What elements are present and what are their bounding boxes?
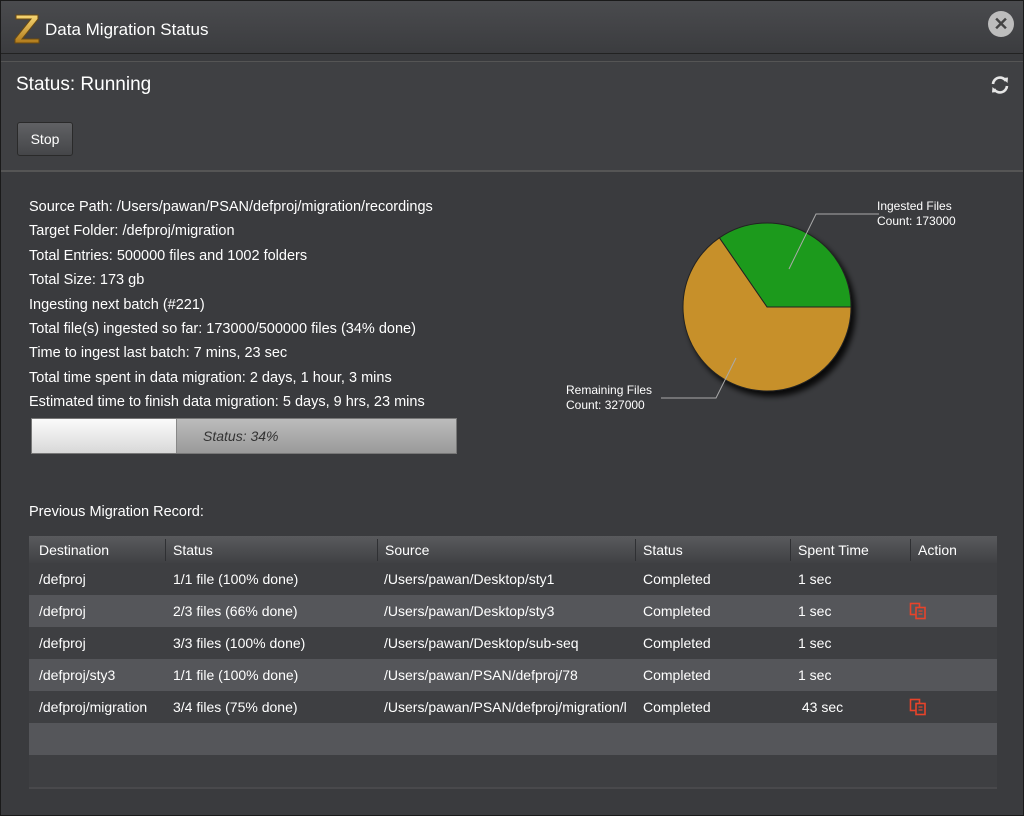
data-migration-window: Data Migration Status ✕ Status: Running …: [0, 0, 1024, 816]
stop-button[interactable]: Stop: [17, 122, 73, 156]
result-cell: Completed: [643, 699, 711, 715]
close-icon[interactable]: ✕: [988, 11, 1014, 37]
progress-bar: Status: 34%: [31, 418, 457, 454]
table-header: Destination Status Source Status Spent T…: [29, 536, 997, 564]
empty-table-row: [29, 723, 997, 755]
status-cell: 1/1 file (100% done): [173, 667, 299, 683]
ingested-files-count: Count: 173000: [877, 214, 956, 228]
column-divider: [377, 539, 378, 561]
status-title: Status: Running: [16, 74, 152, 95]
files-pie-chart: Ingested Files Count: 173000 Remaining F…: [541, 181, 1001, 441]
ingested-files-label: Ingested Files Count: 173000: [877, 199, 956, 229]
source-path-text: Source Path: /Users/pawan/PSAN/defproj/m…: [29, 199, 433, 215]
total-size-text: Total Size: 173 gb: [29, 272, 145, 289]
column-source[interactable]: Source: [385, 542, 429, 558]
total-entries-text: Total Entries: 500000 files and 1002 fol…: [29, 247, 308, 264]
column-divider: [910, 539, 911, 561]
status-cell: 3/3 files (100% done): [173, 635, 306, 651]
refresh-icon[interactable]: [989, 74, 1011, 96]
source-cell: /Users/pawan/PSAN/defproj/migration/l: [384, 699, 627, 715]
spent-time-cell: 43 sec: [798, 699, 844, 715]
next-batch-text: Ingesting next batch (#221): [29, 296, 205, 313]
window-title: Data Migration Status: [45, 20, 209, 39]
source-cell: /Users/pawan/PSAN/defproj/78: [384, 667, 578, 683]
ingested-files-title: Ingested Files: [877, 199, 952, 213]
result-cell: Completed: [643, 571, 711, 587]
table-row[interactable]: /defproj 2/3 files (66% done) /Users/paw…: [29, 595, 997, 627]
column-action[interactable]: Action: [918, 542, 957, 558]
result-cell: Completed: [643, 667, 711, 683]
spent-time-cell: 1 sec: [798, 635, 832, 651]
files-ingested-text: Total file(s) ingested so far: 173000/50…: [29, 321, 416, 338]
remaining-files-count: Count: 327000: [566, 398, 645, 412]
status-cell: 2/3 files (66% done): [173, 603, 298, 619]
previous-migration-table: Destination Status Source Status Spent T…: [29, 536, 997, 789]
column-status[interactable]: Status: [173, 542, 213, 558]
column-divider: [790, 539, 791, 561]
column-divider: [165, 539, 166, 561]
copy-icon[interactable]: [909, 698, 927, 716]
spent-time-cell: 1 sec: [798, 571, 832, 587]
table-row[interactable]: /defproj 1/1 file (100% done) /Users/paw…: [29, 563, 997, 595]
status-header: Status: Running Stop: [1, 61, 1023, 172]
column-divider: [635, 539, 636, 561]
title-bar: Data Migration Status ✕: [1, 1, 1023, 54]
remaining-files-title: Remaining Files: [566, 383, 653, 397]
spent-time-cell: 1 sec: [798, 667, 832, 683]
migration-details: Source Path: /Users/pawan/PSAN/defproj/m…: [29, 195, 433, 415]
destination-cell: /defproj: [39, 635, 86, 651]
target-folder-text: Target Folder: /defproj/migration: [29, 223, 235, 240]
table-row[interactable]: /defproj 3/3 files (100% done) /Users/pa…: [29, 627, 997, 659]
remaining-files-label: Remaining Files Count: 327000: [566, 383, 652, 413]
destination-cell: /defproj/migration: [39, 699, 148, 715]
copy-icon[interactable]: [909, 602, 927, 620]
table-row[interactable]: /defproj/sty3 1/1 file (100% done) /User…: [29, 659, 997, 691]
column-result-status[interactable]: Status: [643, 542, 683, 558]
destination-cell: /defproj: [39, 571, 86, 587]
empty-table-row: [29, 755, 997, 787]
spent-time-cell: 1 sec: [798, 603, 832, 619]
destination-cell: /defproj: [39, 603, 86, 619]
status-cell: 3/4 files (75% done): [173, 699, 298, 715]
progress-label: Status: 34%: [203, 428, 279, 444]
source-cell: /Users/pawan/Desktop/sty1: [384, 571, 555, 587]
previous-migration-heading: Previous Migration Record:: [29, 504, 204, 520]
last-batch-time-text: Time to ingest last batch: 7 mins, 23 se…: [29, 345, 288, 362]
result-cell: Completed: [643, 635, 711, 651]
column-spent-time[interactable]: Spent Time: [798, 542, 869, 558]
estimated-time-text: Estimated time to finish data migration:…: [29, 394, 425, 411]
progress-fill: [32, 419, 178, 453]
source-cell: /Users/pawan/Desktop/sty3: [384, 603, 555, 619]
table-row[interactable]: /defproj/migration 3/4 files (75% done) …: [29, 691, 997, 723]
column-destination[interactable]: Destination: [39, 542, 109, 558]
total-time-text: Total time spent in data migration: 2 da…: [29, 369, 392, 386]
result-cell: Completed: [643, 603, 711, 619]
destination-cell: /defproj/sty3: [39, 667, 116, 683]
source-cell: /Users/pawan/Desktop/sub-seq: [384, 635, 579, 651]
status-cell: 1/1 file (100% done): [173, 571, 299, 587]
z-logo-icon: [14, 14, 40, 44]
